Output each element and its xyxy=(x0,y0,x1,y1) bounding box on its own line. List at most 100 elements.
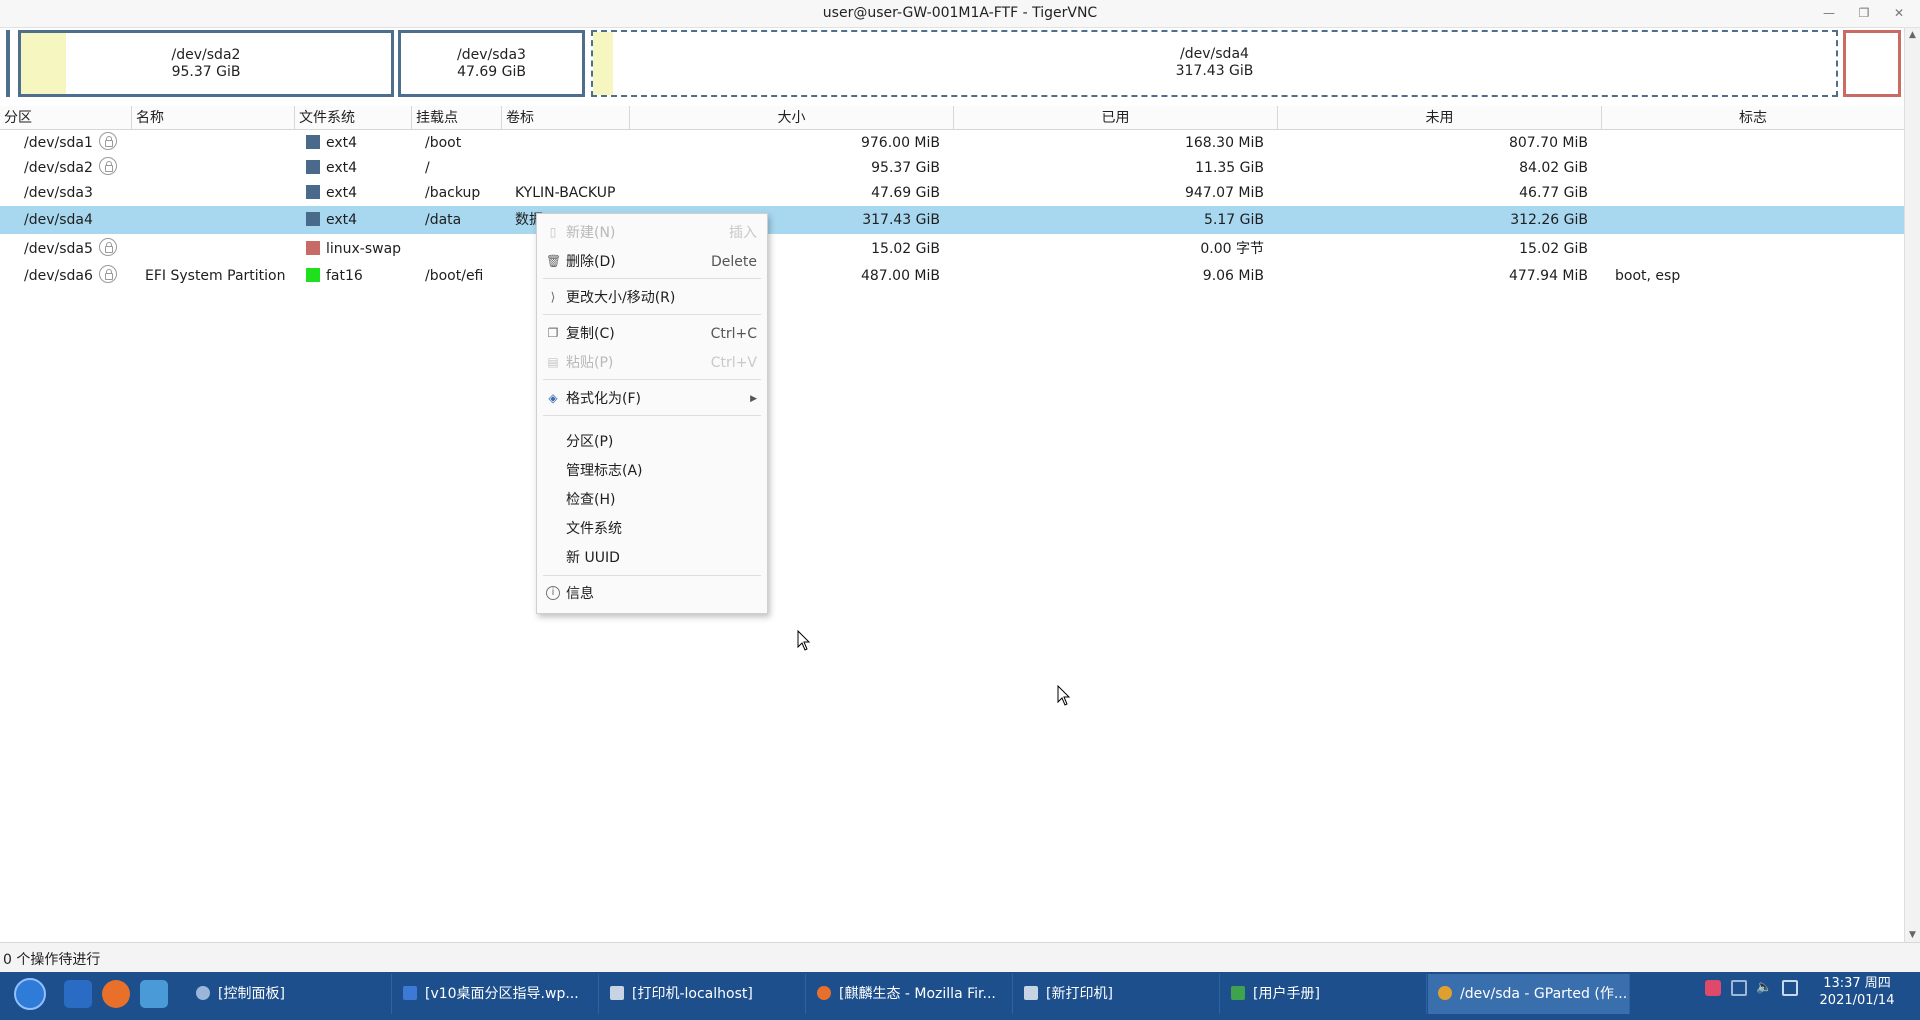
used-cell: 0.00 字节 xyxy=(1200,241,1264,257)
menu-item-new[interactable]: ▯ 新建(N) 插入 xyxy=(537,220,767,246)
filesystem-cell: ext4 xyxy=(326,185,358,201)
mountpoint-cell: /backup xyxy=(425,185,481,201)
column-header-size[interactable]: 大小 xyxy=(630,106,954,130)
printer-icon xyxy=(1024,986,1038,1000)
column-header-label[interactable]: 卷标 xyxy=(502,106,630,130)
maximize-button[interactable]: ❐ xyxy=(1855,4,1873,22)
menu-item-filesystem[interactable]: 文件系统 xyxy=(537,516,767,542)
partition-cell: /dev/sda4 xyxy=(24,212,93,228)
unused-cell: 46.77 GiB xyxy=(1519,185,1588,201)
partition-block-name: /dev/sda4 xyxy=(1180,46,1249,62)
task-new-printer[interactable]: [新打印机] xyxy=(1014,974,1220,1014)
partition-block-sda1[interactable] xyxy=(6,30,10,97)
submenu-arrow-icon: ▶ xyxy=(750,394,757,404)
partition-table-header: 分区 名称 文件系统 挂载点 卷标 大小 已用 未用 标志 xyxy=(0,106,1904,130)
volume-icon[interactable]: 🔈 xyxy=(1756,980,1772,996)
menu-item-new-uuid[interactable]: 新 UUID xyxy=(537,545,767,571)
filesystem-color-swatch xyxy=(306,268,320,282)
keyboard-icon[interactable] xyxy=(1731,980,1747,996)
table-row[interactable]: /dev/sda3 ext4 /backup KYLIN-BACKUP 47.6… xyxy=(0,180,1904,206)
help-book-icon xyxy=(1231,986,1245,1000)
partition-cell: /dev/sda1 xyxy=(24,135,93,151)
partition-block-sda2[interactable]: /dev/sda2 95.37 GiB xyxy=(18,30,394,97)
mountpoint-cell: /boot/efi xyxy=(425,268,484,284)
menu-item-copy[interactable]: ❐ 复制(C) Ctrl+C xyxy=(537,321,767,347)
column-header-partition[interactable]: 分区 xyxy=(0,106,132,130)
menu-item-format-as[interactable]: ◈ 格式化为(F) ▶ xyxy=(537,386,767,412)
firefox-icon xyxy=(817,986,831,1000)
column-header-filesystem[interactable]: 文件系统 xyxy=(295,106,412,130)
used-cell: 9.06 MiB xyxy=(1202,268,1264,284)
menu-item-delete[interactable]: 🗑 删除(D) Delete xyxy=(537,249,767,275)
lock-icon xyxy=(98,238,117,256)
title-bar: user@user-GW-001M1A-FTF - TigerVNC — ❐ ✕ xyxy=(0,0,1920,28)
context-menu: ▯ 新建(N) 插入 🗑 删除(D) Delete ⟩ 更改大小/移动(R) ❐… xyxy=(536,213,768,614)
partition-block-sda3[interactable]: /dev/sda3 47.69 GiB xyxy=(398,30,585,97)
filesystem-color-swatch xyxy=(306,135,320,149)
filesystem-color-swatch xyxy=(306,212,320,226)
table-row[interactable]: /dev/sda6 EFI System Partition fat16 /bo… xyxy=(0,263,1904,289)
resize-icon: ⟩ xyxy=(550,290,556,304)
size-cell: 95.37 GiB xyxy=(871,160,940,176)
table-row[interactable]: /dev/sda2 ext4 / 95.37 GiB 11.35 GiB 84.… xyxy=(0,155,1904,181)
menu-item-manage-flags[interactable]: 管理标志(A) xyxy=(537,458,767,484)
task-user-manual[interactable]: [用户手册] xyxy=(1221,974,1427,1014)
scroll-up-icon[interactable]: ▲ xyxy=(1905,28,1920,42)
clock-date: 2021/01/14 xyxy=(1819,993,1895,1008)
task-gparted[interactable]: /dev/sda - GParted (作... xyxy=(1428,974,1630,1014)
filesystem-cell: linux-swap xyxy=(326,241,402,257)
menu-item-partition[interactable]: 分区(P) xyxy=(537,429,767,455)
clock-time: 13:37 周四 xyxy=(1823,976,1891,991)
partition-block-sda4[interactable]: /dev/sda4 317.43 GiB xyxy=(591,30,1838,97)
menu-item-resize-move[interactable]: ⟩ 更改大小/移动(R) xyxy=(537,285,767,311)
used-cell: 168.30 MiB xyxy=(1184,135,1264,151)
table-row[interactable]: /dev/sda5 linux-swap 15.02 GiB 0.00 字节 1… xyxy=(0,236,1904,262)
column-header-mountpoint[interactable]: 挂载点 xyxy=(412,106,502,130)
table-row[interactable]: /dev/sda1 ext4 /boot 976.00 MiB 168.30 M… xyxy=(0,130,1904,156)
task-firefox[interactable]: [麒麟生态 - Mozilla Fir... xyxy=(807,974,1013,1014)
lock-icon xyxy=(98,132,117,150)
start-menu-icon[interactable] xyxy=(14,978,46,1010)
minimize-button[interactable]: — xyxy=(1820,4,1838,22)
filesystem-color-swatch xyxy=(306,241,320,255)
filesystem-cell: ext4 xyxy=(326,212,358,228)
partition-block-size: 317.43 GiB xyxy=(1175,63,1254,79)
mouse-cursor-icon xyxy=(797,630,811,651)
partition-cell: /dev/sda2 xyxy=(24,160,93,176)
partition-map: /dev/sda2 95.37 GiB /dev/sda3 47.69 GiB … xyxy=(0,28,1904,100)
label-cell: KYLIN-BACKUP xyxy=(515,185,616,201)
close-button[interactable]: ✕ xyxy=(1890,4,1908,22)
scroll-down-icon[interactable]: ▼ xyxy=(1905,928,1920,942)
network-icon[interactable] xyxy=(1782,980,1798,996)
table-row-selected[interactable]: /dev/sda4 ext4 /data 数据 317.43 GiB 5.17 … xyxy=(0,206,1904,234)
filesystem-color-swatch xyxy=(306,160,320,174)
menu-item-check[interactable]: 检查(H) xyxy=(537,487,767,513)
status-bar: 0 个操作待进行 xyxy=(0,942,1920,972)
unused-cell: 84.02 GiB xyxy=(1519,160,1588,176)
filesystem-cell: ext4 xyxy=(326,135,358,151)
file-manager-icon[interactable] xyxy=(140,980,168,1008)
partition-block-sda5[interactable] xyxy=(1843,30,1901,97)
column-header-unused[interactable]: 未用 xyxy=(1278,106,1602,130)
clock[interactable]: 13:37 周四 2021/01/14 xyxy=(1818,975,1896,1009)
partition-block-size: 95.37 GiB xyxy=(171,64,241,80)
task-control-panel[interactable]: [控制面板] xyxy=(186,974,392,1014)
format-icon: ◈ xyxy=(548,391,558,405)
used-cell: 5.17 GiB xyxy=(1204,212,1264,228)
column-header-name[interactable]: 名称 xyxy=(132,106,295,130)
menu-separator xyxy=(543,314,761,315)
vertical-scrollbar[interactable]: ▲ ▼ xyxy=(1904,28,1920,942)
notification-tray-icon[interactable] xyxy=(1705,980,1721,996)
column-header-flags[interactable]: 标志 xyxy=(1602,106,1904,130)
menu-separator xyxy=(543,278,761,279)
menu-item-information[interactable]: i 信息 xyxy=(537,581,767,607)
menu-item-paste[interactable]: ▤ 粘贴(P) Ctrl+V xyxy=(537,350,767,376)
task-printer-localhost[interactable]: [打印机-localhost] xyxy=(600,974,806,1014)
column-header-used[interactable]: 已用 xyxy=(954,106,1278,130)
screenshot-app-icon[interactable] xyxy=(64,980,92,1008)
task-document[interactable]: [v10桌面分区指导.wp... xyxy=(393,974,599,1014)
firefox-icon[interactable] xyxy=(102,980,130,1008)
flags-cell: boot, esp xyxy=(1615,268,1681,284)
mountpoint-cell: /data xyxy=(425,212,462,228)
copy-icon: ❐ xyxy=(547,326,559,340)
